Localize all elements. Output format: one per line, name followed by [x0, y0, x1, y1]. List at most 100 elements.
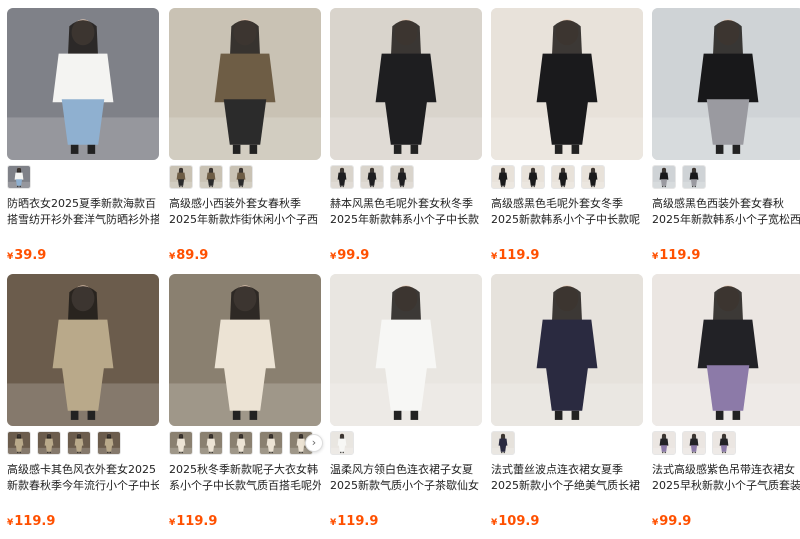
product-title-line: 2025秋冬季新款呢子大衣女韩 [169, 463, 318, 476]
product-title-line: 新款春秋季今年流行小个子中长 [7, 479, 159, 492]
price-amount: 109.9 [498, 514, 540, 529]
product-image[interactable] [169, 274, 321, 426]
color-swatch[interactable] [682, 165, 706, 189]
product-title[interactable]: 高级感黑色毛呢外套女冬季 2025新款韩系小个子中长款呢 [491, 196, 643, 228]
product-title[interactable]: 高级感小西装外套女春秋季 2025年新款炸街休闲小个子西 [169, 196, 321, 228]
product-title-line: 高级感黑色毛呢外套女冬季 [491, 197, 623, 210]
color-swatch[interactable] [712, 431, 736, 455]
color-swatch-list [169, 431, 313, 455]
color-swatch-list [330, 431, 354, 455]
color-swatch[interactable] [551, 165, 575, 189]
product-card[interactable]: 温柔风方领白色连衣裙子女夏 2025新款气质小个子茶歇仙女 ¥119.9 [330, 274, 482, 536]
currency-symbol: ¥ [169, 518, 176, 528]
color-swatch[interactable] [97, 431, 121, 455]
currency-symbol: ¥ [491, 252, 498, 262]
color-swatch[interactable] [390, 165, 414, 189]
product-title-line: 2025年新款韩系小个子宽松西 [652, 213, 800, 226]
product-title[interactable]: 法式高级感紫色吊带连衣裙女 2025早秋新款小个子气质套装 [652, 462, 800, 494]
product-card[interactable]: 防晒衣女2025夏季新款海款百 搭雪纺开衫外套洋气防晒衫外搭 ¥39.9 [7, 8, 159, 270]
color-swatch[interactable] [491, 431, 515, 455]
color-swatch[interactable] [67, 431, 91, 455]
product-title-line: 法式高级感紫色吊带连衣裙女 [652, 463, 795, 476]
product-price: ¥109.9 [491, 514, 539, 531]
price-amount: 119.9 [14, 514, 56, 529]
product-title[interactable]: 高级感黑色西装外套女春秋 2025年新款韩系小个子宽松西 [652, 196, 800, 228]
product-title-line: 防晒衣女2025夏季新款海款百 [7, 197, 156, 210]
product-title[interactable]: 赫本风黑色毛呢外套女秋冬季 2025年新款韩系小个子中长款 [330, 196, 482, 228]
product-title[interactable]: 防晒衣女2025夏季新款海款百 搭雪纺开衫外套洋气防晒衫外搭 [7, 196, 159, 228]
price-amount: 99.9 [337, 248, 370, 263]
color-swatch[interactable] [169, 431, 193, 455]
color-swatch-list [652, 165, 706, 189]
product-title-line: 搭雪纺开衫外套洋气防晒衫外搭 [7, 213, 159, 226]
color-swatch[interactable] [37, 431, 61, 455]
product-price: ¥89.9 [169, 248, 208, 265]
product-image[interactable] [652, 274, 800, 426]
color-swatch[interactable] [199, 165, 223, 189]
color-swatch[interactable] [682, 431, 706, 455]
product-image[interactable] [330, 8, 482, 160]
product-price: ¥39.9 [7, 248, 46, 265]
color-swatch[interactable] [652, 431, 676, 455]
product-image[interactable] [7, 274, 159, 426]
product-title-line: 2025新款小个子绝美气质长裙 [491, 479, 640, 492]
color-swatch[interactable] [7, 431, 31, 455]
color-swatch[interactable] [7, 165, 31, 189]
color-swatch[interactable] [330, 165, 354, 189]
product-image[interactable] [330, 274, 482, 426]
color-swatch-list [491, 165, 605, 189]
currency-symbol: ¥ [330, 518, 337, 528]
color-swatch-list [7, 165, 31, 189]
color-swatch[interactable] [581, 165, 605, 189]
product-card[interactable]: › 2025秋冬季新款呢子大衣女韩 系小个子中长款气质百搭毛呢外 ¥119.9 [169, 274, 323, 536]
product-price: ¥119.9 [491, 248, 539, 265]
swatch-next-icon[interactable]: › [305, 434, 323, 452]
product-title-line: 法式蕾丝波点连衣裙女夏季 [491, 463, 623, 476]
product-card[interactable]: 高级感黑色毛呢外套女冬季 2025新款韩系小个子中长款呢 ¥119.9 [491, 8, 643, 270]
price-amount: 119.9 [659, 248, 701, 263]
product-image[interactable] [491, 8, 643, 160]
product-card[interactable]: 高级感小西装外套女春秋季 2025年新款炸街休闲小个子西 ¥89.9 [169, 8, 321, 270]
currency-symbol: ¥ [169, 252, 176, 262]
color-swatch-list [169, 165, 253, 189]
color-swatch[interactable] [491, 165, 515, 189]
currency-symbol: ¥ [7, 518, 14, 528]
product-title-line: 温柔风方领白色连衣裙子女夏 [330, 463, 473, 476]
product-card[interactable]: 高级感卡其色风衣外套女2025 新款春秋季今年流行小个子中长 ¥119.9 [7, 274, 159, 536]
product-title-line: 高级感卡其色风衣外套女2025 [7, 463, 156, 476]
product-price: ¥119.9 [7, 514, 55, 531]
color-swatch-list [652, 431, 736, 455]
color-swatch[interactable] [330, 431, 354, 455]
product-grid: 防晒衣女2025夏季新款海款百 搭雪纺开衫外套洋气防晒衫外搭 ¥39.9 高级感小西… [0, 0, 800, 539]
product-card[interactable]: 赫本风黑色毛呢外套女秋冬季 2025年新款韩系小个子中长款 ¥99.9 [330, 8, 482, 270]
product-image[interactable] [7, 8, 159, 160]
product-title-line: 2025新款韩系小个子中长款呢 [491, 213, 640, 226]
color-swatch[interactable] [360, 165, 384, 189]
product-image[interactable] [491, 274, 643, 426]
product-title[interactable]: 2025秋冬季新款呢子大衣女韩 系小个子中长款气质百搭毛呢外 [169, 462, 321, 494]
product-image[interactable] [169, 8, 321, 160]
product-price: ¥99.9 [330, 248, 369, 265]
product-price: ¥119.9 [169, 514, 217, 531]
price-amount: 119.9 [176, 514, 218, 529]
color-swatch[interactable] [521, 165, 545, 189]
product-title[interactable]: 温柔风方领白色连衣裙子女夏 2025新款气质小个子茶歇仙女 [330, 462, 482, 494]
product-price: ¥119.9 [330, 514, 378, 531]
color-swatch[interactable] [229, 431, 253, 455]
color-swatch[interactable] [199, 431, 223, 455]
color-swatch[interactable] [259, 431, 283, 455]
color-swatch-list [7, 431, 121, 455]
color-swatch[interactable] [169, 165, 193, 189]
price-amount: 119.9 [337, 514, 379, 529]
product-title[interactable]: 法式蕾丝波点连衣裙女夏季 2025新款小个子绝美气质长裙 [491, 462, 643, 494]
product-title-line: 高级感黑色西装外套女春秋 [652, 197, 784, 210]
currency-symbol: ¥ [7, 252, 14, 262]
product-image[interactable] [652, 8, 800, 160]
color-swatch[interactable] [652, 165, 676, 189]
product-card[interactable]: 法式高级感紫色吊带连衣裙女 2025早秋新款小个子气质套装 ¥99.9 [652, 274, 800, 536]
product-card[interactable]: 法式蕾丝波点连衣裙女夏季 2025新款小个子绝美气质长裙 ¥109.9 [491, 274, 643, 536]
product-title[interactable]: 高级感卡其色风衣外套女2025 新款春秋季今年流行小个子中长 [7, 462, 159, 494]
product-card[interactable]: 高级感黑色西装外套女春秋 2025年新款韩系小个子宽松西 ¥119.9 [652, 8, 800, 270]
product-price: ¥119.9 [652, 248, 700, 265]
color-swatch[interactable] [229, 165, 253, 189]
